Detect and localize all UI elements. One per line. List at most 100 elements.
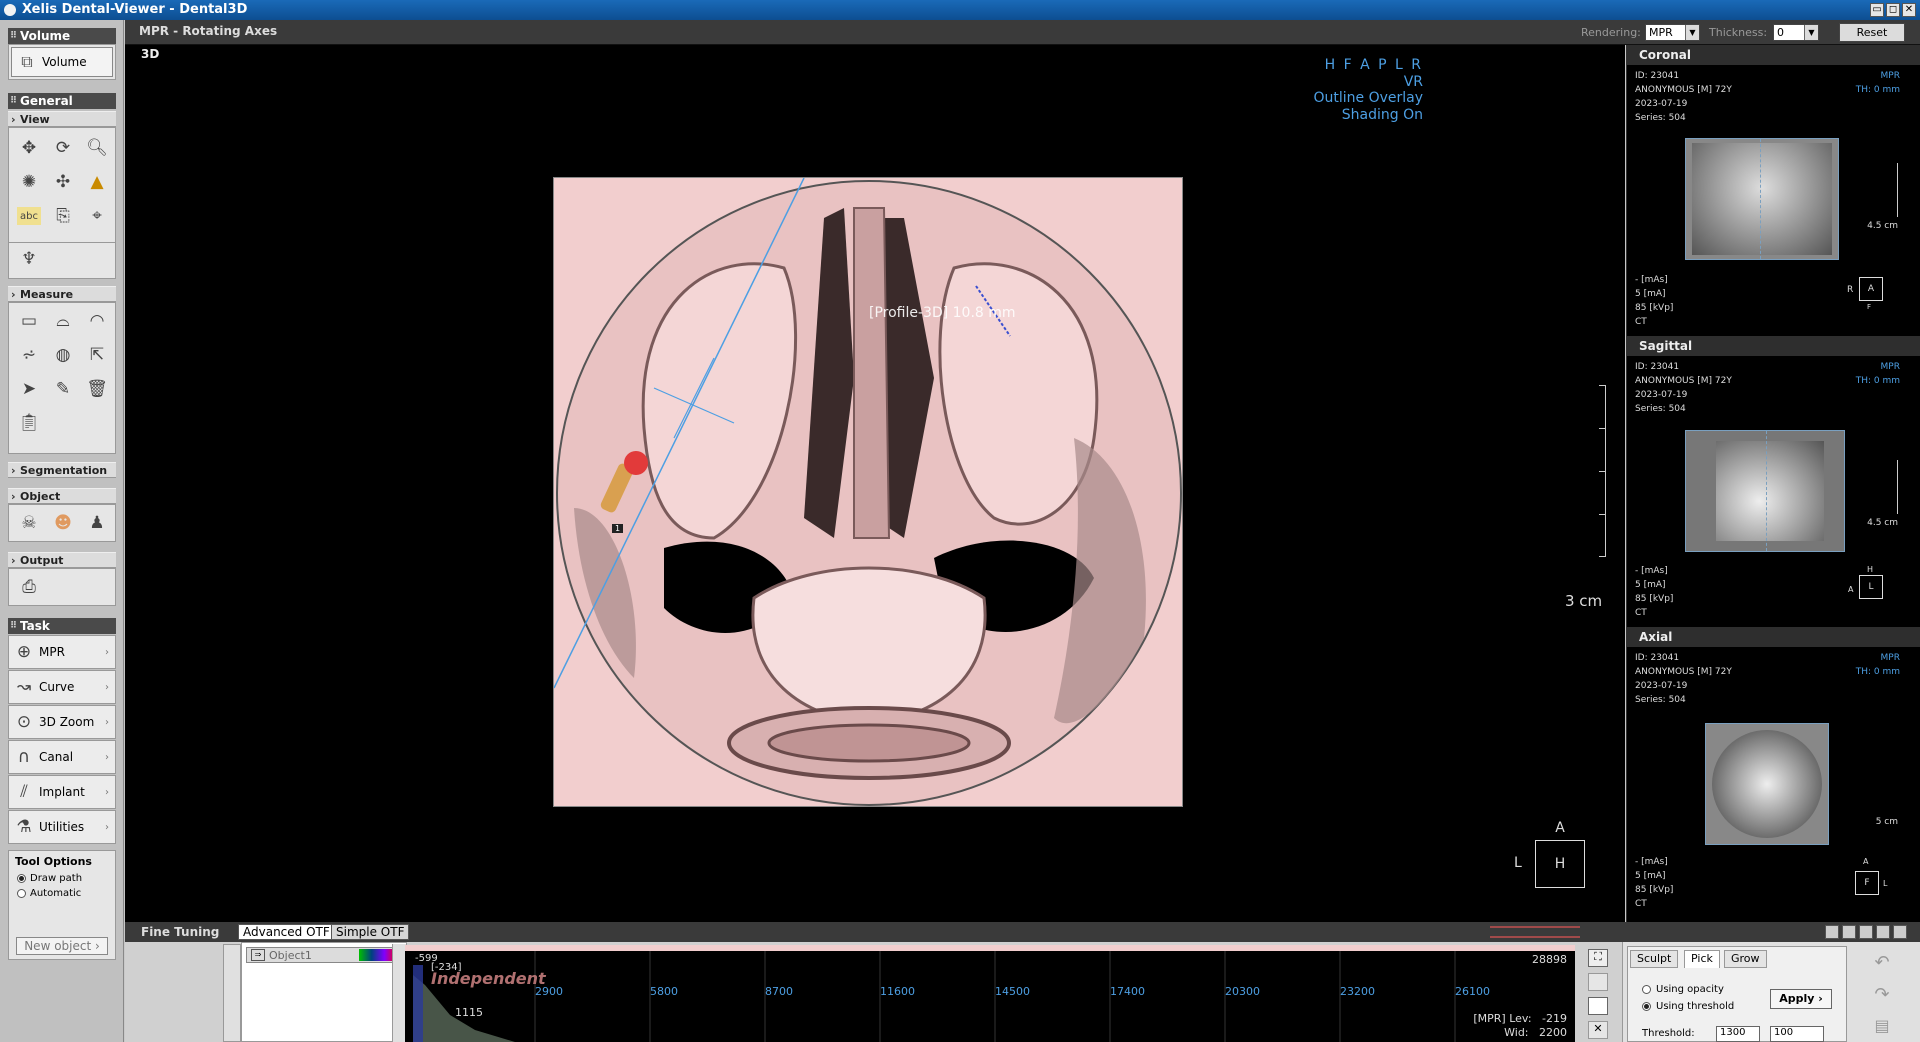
arc-icon[interactable]: ◠ — [83, 307, 111, 335]
arrow-annotate-icon[interactable]: ⇱ — [83, 341, 111, 369]
volume-section-header[interactable]: Volume — [8, 28, 116, 44]
redo-icon[interactable]: ↷ — [1867, 984, 1897, 1008]
trash-icon[interactable]: 🗑︎ — [83, 375, 111, 403]
segmentation-subsection-header[interactable]: Segmentation — [8, 462, 116, 479]
zoom-icon[interactable]: 🔍︎ — [83, 134, 111, 162]
task-3d-zoom-button[interactable]: ⊙ 3D Zoom › — [8, 705, 116, 739]
thickness-select[interactable]: 0 ▼ — [1773, 24, 1819, 41]
layout-3-icon[interactable] — [1859, 925, 1873, 939]
skull-icon[interactable]: ☠ — [15, 509, 43, 537]
object-row[interactable]: ⇒ Object1 — [246, 947, 402, 963]
object-expand-icon[interactable]: ⇒ — [251, 949, 265, 961]
graph-tool-4-icon[interactable]: ✕ — [1588, 1021, 1608, 1039]
tab-grow[interactable]: Grow — [1724, 950, 1767, 968]
volume-render-image[interactable]: [Profile-3D] 10.8 mm 1 — [553, 177, 1183, 807]
reset-button[interactable]: Reset — [1839, 23, 1905, 42]
tab-sculpt[interactable]: Sculpt — [1630, 950, 1679, 968]
coronal-header[interactable]: Coronal — [1627, 45, 1920, 65]
crosshair-icon[interactable]: ⌖ — [83, 202, 111, 230]
output-subsection-header[interactable]: Output — [8, 552, 116, 569]
object-subsection-header[interactable]: Object — [8, 488, 116, 505]
mas-value: - [mAs] — [1635, 275, 1668, 285]
close-button[interactable]: ✕ — [1902, 3, 1916, 17]
chevron-down-icon: ▼ — [1685, 25, 1699, 40]
layout-2-icon[interactable] — [1842, 925, 1856, 939]
using-threshold-radio[interactable]: Using threshold — [1642, 1001, 1734, 1012]
undo-icon[interactable]: ↶ — [1867, 952, 1897, 976]
task-curve-button[interactable]: ↝ Curve › — [8, 670, 116, 704]
tooth-icon[interactable]: ♆ — [15, 245, 43, 273]
tab-simple-otf[interactable]: Simple OTF — [331, 924, 410, 940]
task-implant-button[interactable]: ⫽ Implant › — [8, 775, 116, 809]
threshold-input-1[interactable]: 1300 — [1716, 1026, 1760, 1042]
tab-pick[interactable]: Pick — [1684, 950, 1720, 968]
volume-button[interactable]: ⧉ Volume — [11, 47, 113, 77]
layers-icon[interactable]: ▤ — [1867, 1016, 1897, 1038]
fan-icon[interactable]: ✣ — [49, 168, 77, 196]
tab-advanced-otf[interactable]: Advanced OTF — [238, 924, 335, 940]
threshold-input-2[interactable]: 100 — [1770, 1026, 1824, 1042]
sagittal-thumbnail[interactable] — [1685, 430, 1845, 552]
sagittal-orientation-cube[interactable]: L — [1859, 575, 1883, 599]
scale-bar-label: 3 cm — [1565, 592, 1603, 610]
layout-4-icon[interactable] — [1876, 925, 1890, 939]
draw-path-radio[interactable]: Draw path — [17, 873, 82, 884]
chevron-right-icon: › — [105, 786, 109, 798]
cylinder-icon[interactable]: ⌓ — [49, 307, 77, 335]
chevron-right-icon: › — [105, 716, 109, 728]
annotation-text-icon[interactable]: abc — [17, 207, 41, 225]
sagittal-info: ID: 23041 ANONYMOUS [M] 72Y 2023-07-19 S… — [1635, 360, 1732, 416]
layout-1-icon[interactable] — [1825, 925, 1839, 939]
general-section-header[interactable]: General — [8, 93, 116, 109]
brightness-icon[interactable]: ✺ — [15, 168, 43, 196]
rotate-icon[interactable]: ⟳ — [49, 134, 77, 162]
pan-icon[interactable]: ✥ — [15, 134, 43, 162]
orientation-cube[interactable]: H — [1535, 840, 1585, 888]
task-label: MPR — [39, 645, 65, 659]
warning-icon[interactable]: ▲ — [83, 168, 111, 196]
divider-handle[interactable] — [1490, 926, 1580, 938]
using-opacity-radio[interactable]: Using opacity — [1642, 984, 1724, 995]
new-object-button[interactable]: New object › — [16, 937, 108, 955]
coronal-acquisition: - [mAs] 5 [mA] 85 [kVp] CT — [1635, 273, 1673, 329]
otf-graph[interactable]: -599 [-234] Independent 1115 28898 2900 … — [405, 945, 1575, 1042]
axial-header[interactable]: Axial — [1627, 627, 1920, 647]
graph-tool-3-icon[interactable] — [1588, 997, 1608, 1015]
apply-button[interactable]: Apply › — [1770, 989, 1832, 1009]
rendering-select[interactable]: MPR ▼ — [1645, 24, 1700, 41]
sagittal-header[interactable]: Sagittal — [1627, 336, 1920, 356]
automatic-radio[interactable]: Automatic — [17, 888, 81, 899]
pointer-icon[interactable]: ➤ — [15, 375, 43, 403]
view-subsection-header[interactable]: View — [8, 111, 116, 128]
sagittal-cube-left: A — [1848, 585, 1854, 594]
ruler-icon[interactable]: ▭ — [15, 307, 43, 335]
profile-measurement-label[interactable]: [Profile-3D] 10.8 mm — [869, 305, 1016, 321]
eraser-icon[interactable]: ✎ — [49, 375, 77, 403]
fit-view-icon[interactable]: ⛶ — [1588, 949, 1608, 967]
clipboard-icon[interactable]: 📋︎ — [15, 409, 43, 437]
print-icon[interactable]: ⎙ — [15, 573, 43, 601]
viewport-3d[interactable]: 3D H F A P L R VR Outline Overlay Shadin… — [125, 45, 1625, 922]
minimize-button[interactable]: ▭ — [1870, 3, 1884, 17]
axial-orientation-cube[interactable]: F — [1855, 871, 1879, 895]
graph-tool-2-icon[interactable] — [1588, 973, 1608, 991]
task-section-header[interactable]: Task — [8, 618, 116, 634]
object-list-scrollbar-right[interactable] — [392, 944, 406, 1042]
screenshot-icon[interactable]: ⎘ — [49, 202, 77, 230]
person-icon[interactable]: ♟ — [83, 509, 111, 537]
task-utilities-button[interactable]: ⚗ Utilities › — [8, 810, 116, 844]
coronal-thumbnail[interactable] — [1685, 138, 1839, 260]
layout-5-icon[interactable] — [1893, 925, 1907, 939]
graph-tool-strip: ⛶ ✕ — [1578, 945, 1622, 1042]
maximize-button[interactable]: ◻ — [1886, 3, 1900, 17]
task-canal-button[interactable]: ∩ Canal › — [8, 740, 116, 774]
coronal-orientation-cube[interactable]: A — [1859, 277, 1883, 301]
coronal-scale: 4.5 cm — [1867, 221, 1898, 231]
task-mpr-button[interactable]: ⊕ MPR › — [8, 635, 116, 669]
object-list-scrollbar[interactable] — [223, 944, 241, 1042]
measure-subsection-header[interactable]: Measure — [8, 286, 116, 303]
profile-icon[interactable]: ⩫ — [15, 341, 43, 369]
axial-thumbnail[interactable] — [1705, 723, 1829, 845]
globe-icon[interactable]: ◍ — [49, 341, 77, 369]
face-icon[interactable]: ☻ — [49, 509, 77, 537]
